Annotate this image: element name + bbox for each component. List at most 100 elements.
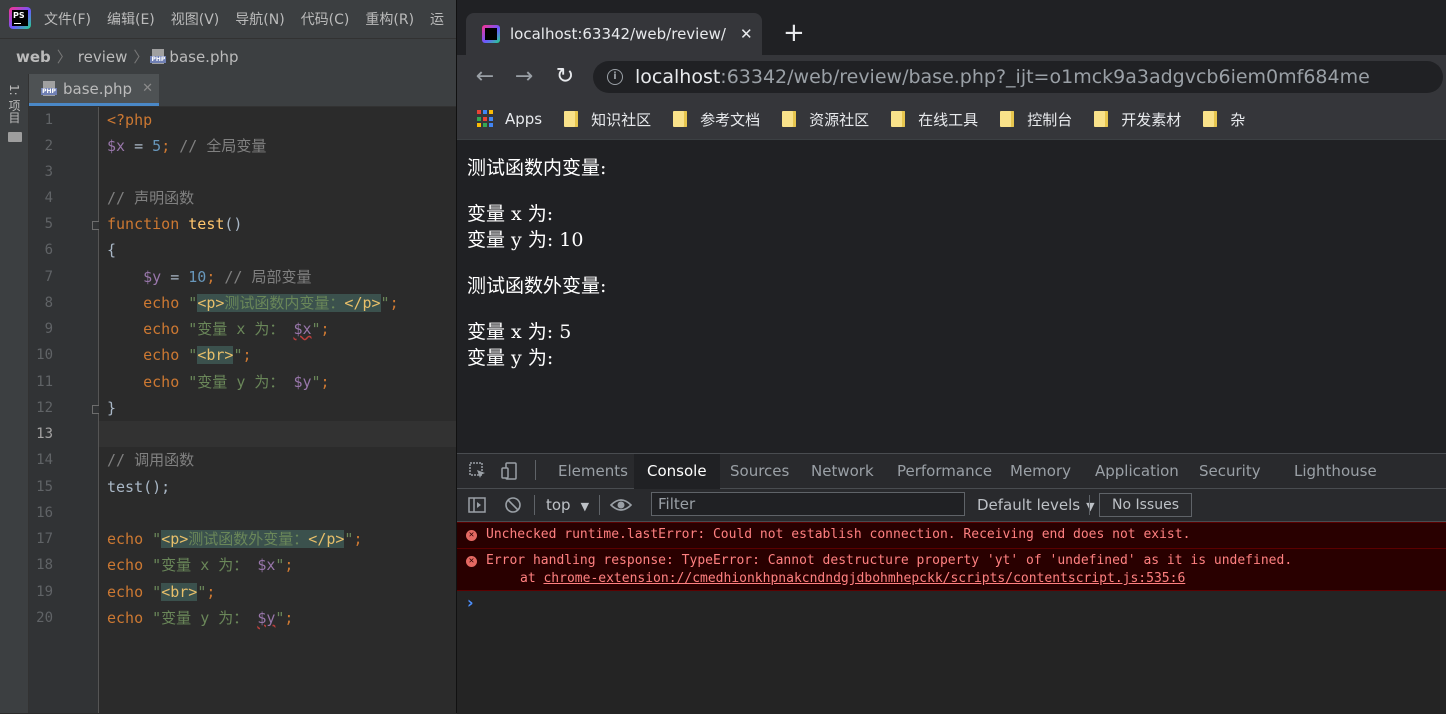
- folder-icon: [782, 111, 797, 127]
- code-line: $y = 10; // 局部变量: [143, 268, 312, 286]
- code-line: {: [107, 241, 117, 259]
- line-number: 1: [44, 112, 53, 128]
- page-text: 变量 x 为: 5: [467, 321, 572, 343]
- filter-input[interactable]: [651, 492, 965, 516]
- bookmark-folder[interactable]: 参考文档: [673, 109, 760, 130]
- menu-edit[interactable]: 编辑(E): [107, 9, 155, 29]
- menu-navigate[interactable]: 导航(N): [235, 9, 284, 29]
- clear-console-icon[interactable]: [504, 496, 522, 514]
- tab-console[interactable]: Console: [634, 454, 720, 490]
- breadcrumb-file[interactable]: base.php: [169, 48, 242, 66]
- line-number-active: 13: [36, 426, 53, 442]
- reload-icon[interactable]: ↻: [553, 65, 577, 89]
- code-line: // 调用函数: [107, 451, 195, 469]
- browser-window: localhost:63342/web/review/b ✕ + ← → ↻ i…: [456, 0, 1446, 714]
- address-bar[interactable]: i localhost:63342/web/review/base.php?_i…: [593, 61, 1443, 93]
- toolbar-separator: [534, 495, 535, 515]
- folder-icon: [8, 132, 22, 142]
- context-selector[interactable]: top ▼: [546, 489, 589, 523]
- menu-view[interactable]: 视图(V): [171, 9, 220, 29]
- project-tool-button[interactable]: 1: 项目: [4, 84, 24, 124]
- eye-icon[interactable]: [610, 496, 632, 514]
- bookmark-folder[interactable]: 在线工具: [891, 109, 978, 130]
- tab-application[interactable]: Application: [1082, 454, 1192, 488]
- bookmark-apps[interactable]: Apps: [477, 110, 542, 128]
- menu-code[interactable]: 代码(C): [301, 9, 350, 29]
- info-icon[interactable]: i: [607, 69, 623, 85]
- php-file-icon: PHP: [41, 80, 57, 97]
- log-levels-dropdown[interactable]: Default levels ▼: [977, 489, 1095, 523]
- editor-tab-base-php[interactable]: PHP base.php ✕: [29, 74, 159, 106]
- menu-file[interactable]: 文件(F): [44, 9, 91, 29]
- source-link[interactable]: chrome-extension://cmedhionkhpnakcndndgj…: [543, 571, 1185, 586]
- phpstorm-logo-icon: PS: [9, 7, 31, 29]
- line-number-gutter: 1 2 3 4 5 6 7 8 9 10 11 12 13 14 15 16 1…: [29, 107, 101, 713]
- error-icon: ✕: [466, 556, 477, 567]
- code-line: echo "变量 y 为： $y";: [143, 373, 330, 391]
- code-line: <?php: [107, 111, 153, 129]
- code-line: echo "<br>";: [143, 346, 252, 364]
- console-toolbar: top▼ Default levels▼ No Issues: [457, 489, 1446, 522]
- code-editor[interactable]: <?php $x = 5; // 全局变量 // 声明函数 function t…: [99, 107, 456, 713]
- arrow-right-icon[interactable]: →: [512, 65, 536, 89]
- console-prompt[interactable]: ›: [467, 593, 474, 612]
- console-error-row: ✕ Error handling response: TypeError: Ca…: [457, 548, 1446, 591]
- page-text: 变量 y 为:: [467, 347, 554, 369]
- code-line: echo "<p>测试函数外变量：</p>";: [107, 530, 363, 548]
- php-file-icon: PHP: [150, 48, 167, 65]
- bookmark-folder[interactable]: 控制台: [1000, 109, 1072, 130]
- close-icon[interactable]: ✕: [142, 81, 153, 96]
- page-content: 测试函数内变量: 变量 x 为: 变量 y 为: 10 测试函数外变量: 变量 …: [457, 140, 1446, 453]
- bookmark-folder[interactable]: 知识社区: [564, 109, 651, 130]
- bookmark-folder[interactable]: 开发素材: [1094, 109, 1181, 130]
- arrow-left-icon[interactable]: ←: [473, 65, 497, 89]
- breadcrumb-review[interactable]: review: [74, 48, 132, 66]
- breadcrumb-web[interactable]: web: [0, 48, 55, 66]
- devtools-panel: Elements Console Sources Network Perform…: [457, 453, 1446, 714]
- menu-refactor[interactable]: 重构(R): [365, 9, 414, 29]
- line-number: 17: [36, 531, 53, 547]
- folder-icon: [1094, 111, 1109, 127]
- tab-lighthouse[interactable]: Lighthouse: [1281, 454, 1390, 488]
- browser-tab[interactable]: localhost:63342/web/review/b ✕: [466, 13, 762, 55]
- line-number: 18: [36, 557, 53, 573]
- folder-icon: [673, 111, 688, 127]
- code-line: // 声明函数: [107, 189, 195, 207]
- url-text: localhost:63342/web/review/base.php?_ijt…: [635, 66, 1370, 88]
- error-message: Error handling response: TypeError: Cann…: [486, 553, 1293, 568]
- code-line: echo "<p>测试函数内变量：</p>";: [143, 294, 399, 312]
- tab-network[interactable]: Network: [798, 454, 887, 488]
- page-text: 测试函数外变量:: [467, 275, 607, 297]
- page-text: 变量 y 为: 10: [467, 229, 584, 251]
- inspect-icon[interactable]: [469, 462, 487, 480]
- tab-performance[interactable]: Performance: [884, 454, 1005, 488]
- menu-run[interactable]: 运: [430, 9, 444, 29]
- console-sidebar-icon[interactable]: [468, 496, 486, 514]
- folder-icon: [1000, 111, 1015, 127]
- page-text: 测试函数内变量:: [467, 157, 607, 179]
- issues-button[interactable]: No Issues: [1099, 493, 1192, 517]
- close-icon[interactable]: ✕: [740, 25, 753, 43]
- menu-items: 文件(F) 编辑(E) 视图(V) 导航(N) 代码(C) 重构(R) 运: [44, 0, 456, 38]
- folder-icon: [1203, 111, 1218, 127]
- code-line: $x = 5; // 全局变量: [107, 137, 267, 155]
- line-number: 6: [44, 242, 53, 258]
- tab-elements[interactable]: Elements: [545, 454, 641, 488]
- apps-grid-icon: [477, 110, 495, 128]
- plus-icon[interactable]: +: [783, 19, 805, 47]
- error-stack: at chrome-extension://cmedhionkhpnakcndn…: [520, 571, 1186, 586]
- tab-memory[interactable]: Memory: [997, 454, 1084, 488]
- folder-icon: [564, 111, 579, 127]
- tab-security[interactable]: Security: [1186, 454, 1274, 488]
- line-number: 3: [44, 164, 53, 180]
- tab-title: localhost:63342/web/review/b: [510, 25, 726, 43]
- device-toolbar-icon[interactable]: [501, 462, 519, 480]
- bookmark-folder[interactable]: 杂: [1203, 109, 1245, 130]
- tab-sources[interactable]: Sources: [717, 454, 802, 488]
- line-number: 5: [44, 216, 53, 232]
- line-number: 4: [44, 190, 53, 206]
- toolbar-separator: [1089, 495, 1090, 515]
- editor-tabs: PHP base.php ✕: [29, 74, 456, 107]
- bookmark-folder[interactable]: 资源社区: [782, 109, 869, 130]
- code-line: echo "<br>";: [107, 583, 216, 601]
